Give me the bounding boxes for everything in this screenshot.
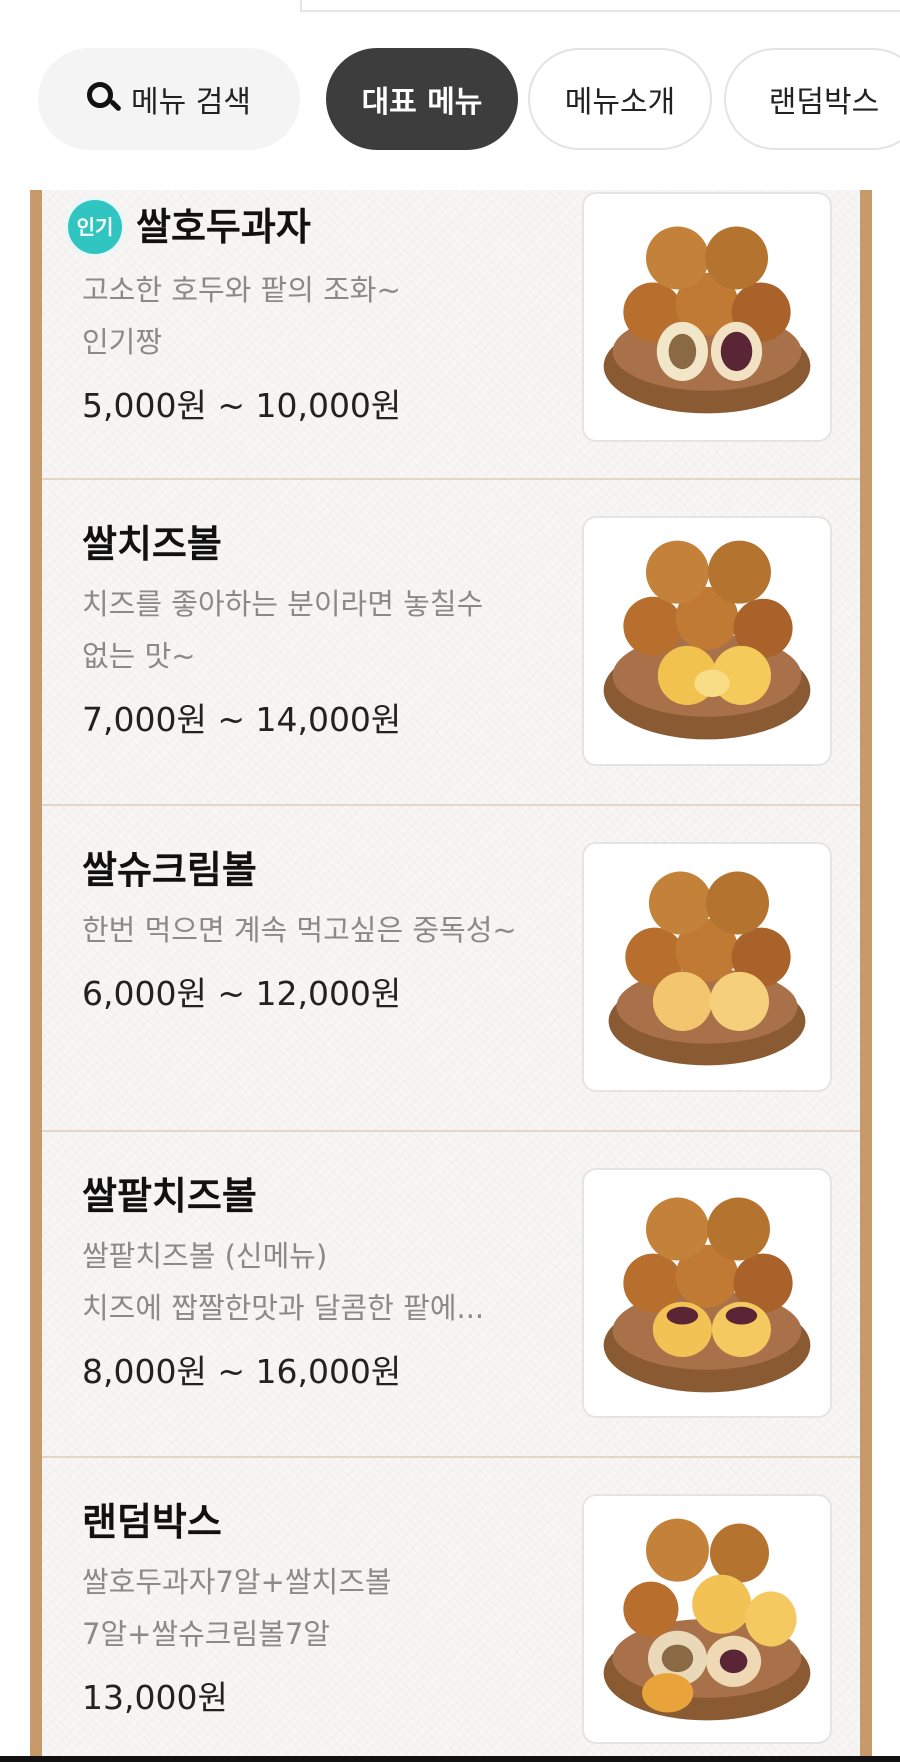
menu-item-desc: 고소한 호두와 팥의 조화~ [82, 273, 401, 307]
menu-item-name: 쌀호두과자 [136, 205, 311, 249]
walnut-cake-photo[interactable] [582, 192, 832, 442]
top-bar-edge [300, 0, 900, 12]
popular-badge: 인기 [68, 200, 122, 254]
red-bean-cheese-ball-photo[interactable] [582, 1168, 832, 1418]
cream-ball-photo[interactable] [582, 842, 832, 1092]
menu-search-button[interactable]: 메뉴 검색 [38, 48, 300, 150]
menu-item-price: 6,000원 ~ 12,000원 [82, 974, 402, 1013]
menu-item-desc: 쌀팥치즈볼 (신메뉴) [82, 1239, 328, 1273]
menu-item-text: 쌀슈크림볼 한번 먹으면 계속 먹고싶은 중독성~ 6,000원 ~ 12,00… [82, 846, 602, 1018]
menu-item-random-box[interactable]: 랜덤박스 쌀호두과자7알+쌀치즈볼 7알+쌀슈크림볼7알 13,000원 [42, 1458, 860, 1756]
menu-item-desc: 7알+쌀슈크림볼7알 [82, 1617, 330, 1651]
menu-item-desc: 쌀호두과자7알+쌀치즈볼 [82, 1565, 392, 1599]
menu-tab-bar: 메뉴 검색 대표 메뉴 메뉴소개 랜덤박스 [0, 48, 900, 152]
menu-item-name: 쌀슈크림볼 [82, 848, 257, 892]
tab-random-box[interactable]: 랜덤박스 [724, 48, 900, 150]
menu-item-name: 쌀팥치즈볼 [82, 1174, 257, 1218]
menu-item-name: 쌀치즈볼 [82, 522, 222, 566]
tab-menu-intro[interactable]: 메뉴소개 [528, 48, 712, 150]
menu-page: 메뉴 검색 대표 메뉴 메뉴소개 랜덤박스 인기 쌀호두과자 고소한 호두와 팥… [0, 0, 900, 1762]
menu-list: 인기 쌀호두과자 고소한 호두와 팥의 조화~ 인기짱 5,000원 ~ 10,… [30, 190, 872, 1756]
menu-item-name: 랜덤박스 [82, 1500, 222, 1544]
food-bowl-icon [603, 1518, 811, 1721]
menu-item-price: 8,000원 ~ 16,000원 [82, 1352, 402, 1391]
bottom-edge [0, 1756, 900, 1762]
food-bowl-icon [603, 1197, 811, 1393]
tab-representative-menu[interactable]: 대표 메뉴 [326, 48, 518, 150]
menu-item-text: 쌀팥치즈볼 쌀팥치즈볼 (신메뉴) 치즈에 짭짤한맛과 달콤한 팥에... 8,… [82, 1172, 602, 1396]
menu-search-label: 메뉴 검색 [131, 85, 251, 120]
menu-item-desc: 없는 맛~ [82, 639, 196, 673]
menu-item-walnut[interactable]: 인기 쌀호두과자 고소한 호두와 팥의 조화~ 인기짱 5,000원 ~ 10,… [42, 190, 860, 480]
menu-item-red-bean-cheese-ball[interactable]: 쌀팥치즈볼 쌀팥치즈볼 (신메뉴) 치즈에 짭짤한맛과 달콤한 팥에... 8,… [42, 1132, 860, 1458]
cheese-ball-photo[interactable] [582, 516, 832, 766]
food-bowl-icon [603, 226, 811, 414]
menu-item-desc: 치즈를 좋아하는 분이라면 놓칠수 [82, 587, 484, 621]
menu-item-text: 인기 쌀호두과자 고소한 호두와 팥의 조화~ 인기짱 5,000원 ~ 10,… [68, 200, 602, 430]
menu-item-desc: 인기짱 [82, 325, 163, 359]
food-bowl-icon [608, 871, 806, 1066]
menu-item-desc: 한번 먹으면 계속 먹고싶은 중독성~ [82, 913, 517, 947]
menu-item-text: 랜덤박스 쌀호두과자7알+쌀치즈볼 7알+쌀슈크림볼7알 13,000원 [82, 1498, 602, 1722]
food-bowl-icon [603, 540, 811, 740]
menu-item-price: 7,000원 ~ 14,000원 [82, 700, 402, 739]
menu-item-cheese-ball[interactable]: 쌀치즈볼 치즈를 좋아하는 분이라면 놓칠수 없는 맛~ 7,000원 ~ 14… [42, 480, 860, 806]
search-icon [87, 82, 122, 116]
menu-item-price: 13,000원 [82, 1678, 228, 1717]
random-box-photo[interactable] [582, 1494, 832, 1744]
menu-item-cream-ball[interactable]: 쌀슈크림볼 한번 먹으면 계속 먹고싶은 중독성~ 6,000원 ~ 12,00… [42, 806, 860, 1132]
menu-item-text: 쌀치즈볼 치즈를 좋아하는 분이라면 놓칠수 없는 맛~ 7,000원 ~ 14… [82, 520, 602, 744]
menu-item-price: 5,000원 ~ 10,000원 [82, 386, 402, 425]
menu-item-desc: 치즈에 짭짤한맛과 달콤한 팥에... [82, 1291, 485, 1325]
